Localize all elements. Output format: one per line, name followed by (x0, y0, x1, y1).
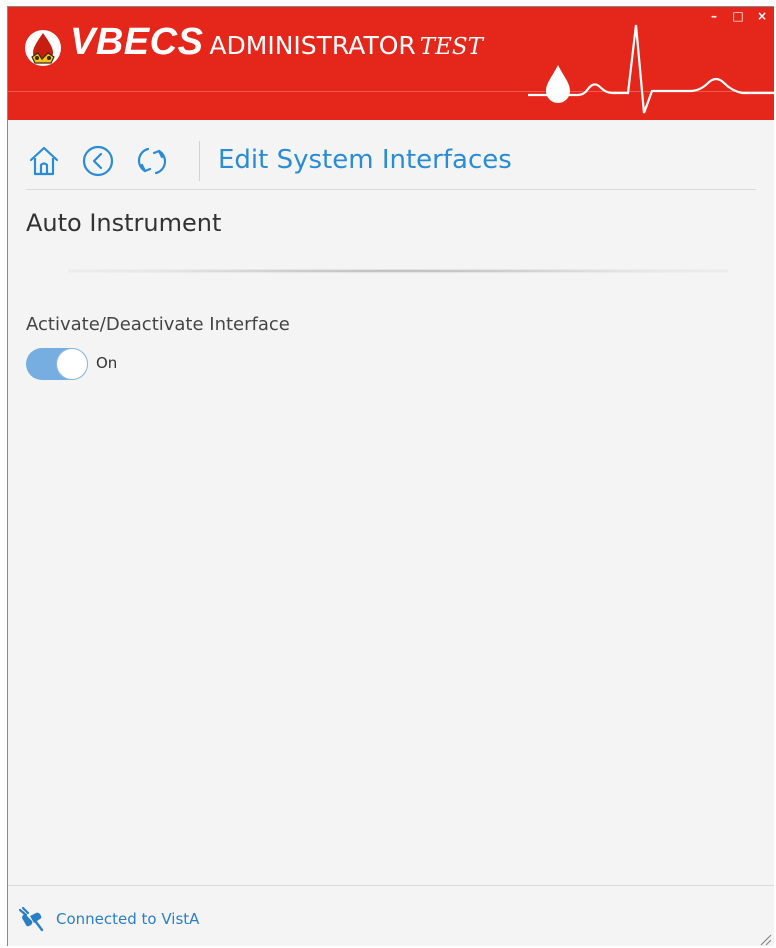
brand-main: VBECS (70, 21, 204, 63)
refresh-icon[interactable] (134, 143, 170, 179)
home-icon[interactable] (26, 143, 62, 179)
brand-env: TEST (419, 34, 484, 60)
back-circle-icon[interactable] (80, 143, 116, 179)
app-window: VBECS ADMINISTRATOR TEST – □ × Edit Syst… (7, 6, 774, 946)
window-controls: – □ × (702, 7, 774, 27)
minimize-button[interactable]: – (702, 7, 726, 27)
activate-interface-toggle[interactable] (26, 348, 88, 380)
toggle-state-label: On (96, 354, 118, 372)
nav-separator (199, 141, 200, 181)
activate-interface-label: Activate/Deactivate Interface (26, 314, 290, 335)
close-button[interactable]: × (750, 7, 774, 27)
blood-drop-logo-icon (25, 30, 61, 66)
maximize-button[interactable]: □ (726, 7, 750, 27)
status-bar: Connected to VistA (8, 885, 774, 946)
page-title: Edit System Interfaces (218, 145, 512, 175)
connection-status-text: Connected to VistA (56, 910, 200, 928)
resize-grip-icon[interactable] (758, 932, 772, 946)
toggle-knob[interactable] (56, 348, 88, 380)
plug-connection-icon (18, 906, 44, 932)
section-title: Auto Instrument (26, 209, 222, 237)
section-divider (68, 269, 728, 273)
nav-bar: Edit System Interfaces (26, 135, 756, 190)
app-header: VBECS ADMINISTRATOR TEST – □ × (8, 7, 774, 120)
heartbeat-line-icon (528, 24, 774, 114)
brand-role: ADMINISTRATOR (209, 31, 416, 60)
app-brand: VBECS ADMINISTRATOR TEST (70, 23, 483, 61)
